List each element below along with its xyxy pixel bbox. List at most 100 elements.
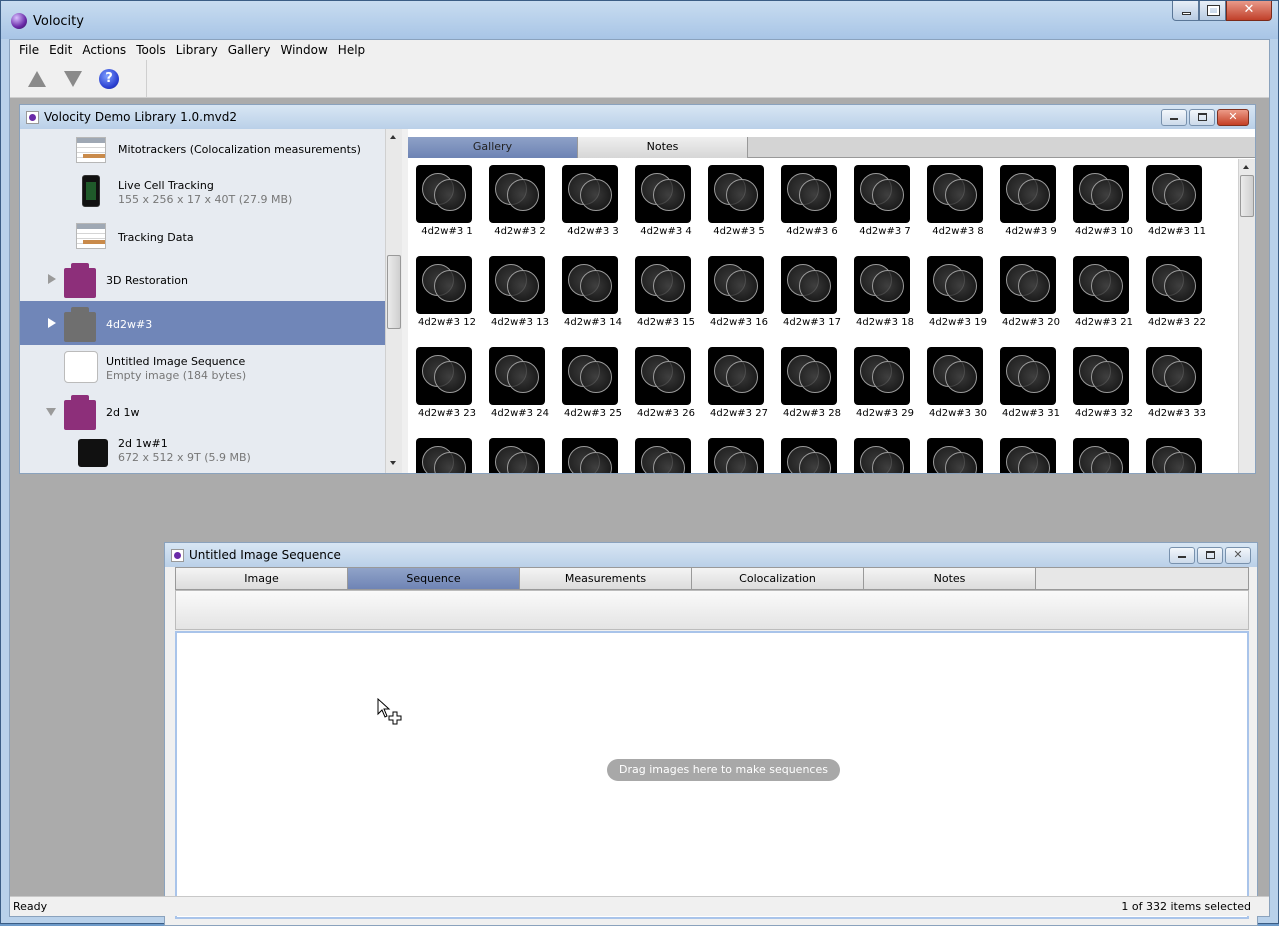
maximize-button[interactable]: [1199, 1, 1226, 21]
gallery-thumbnail[interactable]: 4d2w#3 24: [485, 347, 555, 427]
gallery-thumbnail[interactable]: [996, 438, 1066, 473]
collapse-arrow-icon[interactable]: [46, 408, 56, 416]
up-arrow-icon: [28, 71, 46, 87]
tab-measurements[interactable]: Measurements: [520, 568, 692, 589]
library-minimize-button[interactable]: [1161, 109, 1187, 126]
tree-item-2d-1w-1[interactable]: 2d 1w#1 672 x 512 x 9T (5.9 MB): [20, 433, 385, 473]
library-restore-button[interactable]: [1189, 109, 1215, 126]
gallery-thumbnail[interactable]: 4d2w#3 27: [704, 347, 774, 427]
menu-gallery[interactable]: Gallery: [223, 43, 276, 57]
help-button[interactable]: ?: [96, 66, 122, 92]
scroll-up-icon[interactable]: [1243, 165, 1249, 169]
gallery-scroll-thumb[interactable]: [1240, 175, 1254, 217]
tab-sequence[interactable]: Sequence: [348, 568, 520, 589]
tab-notes[interactable]: Notes: [578, 137, 748, 158]
library-tree[interactable]: Mitotrackers (Colocalization measurement…: [20, 129, 385, 473]
sequence-drop-zone[interactable]: Drag images here to make sequences: [175, 631, 1249, 919]
menu-tools[interactable]: Tools: [131, 43, 171, 57]
gallery-thumbnail[interactable]: 4d2w#3 22: [1142, 256, 1212, 336]
tree-item-2d-1w[interactable]: 2d 1w: [20, 389, 385, 433]
gallery-thumbnail[interactable]: 4d2w#3 26: [631, 347, 701, 427]
expand-arrow-icon[interactable]: [48, 274, 56, 284]
tree-item-untitled-sequence[interactable]: Untitled Image Sequence Empty image (184…: [20, 345, 385, 389]
tab-sequence-notes[interactable]: Notes: [864, 568, 1036, 589]
move-up-button[interactable]: [24, 66, 50, 92]
gallery-thumbnail[interactable]: [850, 438, 920, 473]
close-button[interactable]: ✕: [1226, 1, 1272, 21]
gallery-thumbnail[interactable]: 4d2w#3 8: [923, 165, 993, 245]
gallery-thumbnail[interactable]: 4d2w#3 15: [631, 256, 701, 336]
library-close-button[interactable]: ✕: [1217, 109, 1249, 126]
gallery-thumbnail[interactable]: [923, 438, 993, 473]
cell-image-thumbnail: [781, 347, 837, 405]
sequence-close-button[interactable]: ✕: [1225, 547, 1251, 564]
gallery-thumbnail[interactable]: 4d2w#3 14: [558, 256, 628, 336]
move-down-button[interactable]: [60, 66, 86, 92]
gallery-thumbnail[interactable]: [777, 438, 847, 473]
menu-file[interactable]: File: [14, 43, 44, 57]
tree-item-mitotrackers[interactable]: Mitotrackers (Colocalization measurement…: [20, 129, 385, 169]
gallery-thumbnail[interactable]: 4d2w#3 23: [412, 347, 482, 427]
gallery-thumbnail[interactable]: 4d2w#3 33: [1142, 347, 1212, 427]
title-bar[interactable]: Volocity ✕: [1, 1, 1278, 39]
tree-item-4d2w3[interactable]: 4d2w#3: [20, 301, 385, 345]
minimize-button[interactable]: [1172, 1, 1199, 21]
gallery-thumbnail[interactable]: [1069, 438, 1139, 473]
menu-window[interactable]: Window: [275, 43, 332, 57]
gallery-thumbnail[interactable]: 4d2w#3 12: [412, 256, 482, 336]
gallery-thumbnail[interactable]: [558, 438, 628, 473]
gallery-thumbnail[interactable]: 4d2w#3 16: [704, 256, 774, 336]
gallery-thumbnail[interactable]: 4d2w#3 25: [558, 347, 628, 427]
tab-colocalization[interactable]: Colocalization: [692, 568, 864, 589]
tab-image[interactable]: Image: [176, 568, 348, 589]
menu-library[interactable]: Library: [171, 43, 223, 57]
tree-scrollbar[interactable]: [385, 129, 402, 473]
gallery-thumbnail[interactable]: 4d2w#3 20: [996, 256, 1066, 336]
thumbnail-label: 4d2w#3 31: [1002, 408, 1060, 419]
gallery-thumbnail[interactable]: 4d2w#3 32: [1069, 347, 1139, 427]
gallery-thumbnail[interactable]: 4d2w#3 29: [850, 347, 920, 427]
gallery-thumbnail[interactable]: 4d2w#3 5: [704, 165, 774, 245]
gallery-thumbnail[interactable]: 4d2w#3 17: [777, 256, 847, 336]
gallery-thumbnail[interactable]: 4d2w#3 2: [485, 165, 555, 245]
gallery-scrollbar[interactable]: [1238, 159, 1255, 473]
gallery-thumbnail[interactable]: 4d2w#3 30: [923, 347, 993, 427]
gallery-thumbnail[interactable]: 4d2w#3 11: [1142, 165, 1212, 245]
tree-item-3d-restoration[interactable]: 3D Restoration: [20, 257, 385, 301]
gallery-thumbnail[interactable]: 4d2w#3 4: [631, 165, 701, 245]
gallery-thumbnail[interactable]: 4d2w#3 6: [777, 165, 847, 245]
gallery-thumbnail[interactable]: 4d2w#3 18: [850, 256, 920, 336]
sequence-title-bar[interactable]: Untitled Image Sequence ✕: [165, 543, 1257, 567]
gallery-thumbnail[interactable]: 4d2w#3 19: [923, 256, 993, 336]
gallery-thumbnail[interactable]: 4d2w#3 7: [850, 165, 920, 245]
gallery-thumbnail[interactable]: 4d2w#3 10: [1069, 165, 1139, 245]
gallery-thumbnail[interactable]: 4d2w#3 31: [996, 347, 1066, 427]
gallery-thumbnail[interactable]: 4d2w#3 21: [1069, 256, 1139, 336]
expand-arrow-icon[interactable]: [48, 318, 56, 328]
gallery-thumbnail[interactable]: 4d2w#3 28: [777, 347, 847, 427]
gallery-thumbnail[interactable]: 4d2w#3 1: [412, 165, 482, 245]
menu-edit[interactable]: Edit: [44, 43, 77, 57]
cell-image-thumbnail: [927, 165, 983, 223]
gallery-thumbnail[interactable]: [704, 438, 774, 473]
gallery-thumbnail[interactable]: 4d2w#3 13: [485, 256, 555, 336]
sequence-minimize-button[interactable]: [1169, 547, 1195, 564]
sequence-window: Untitled Image Sequence ✕ Image Sequence…: [164, 542, 1258, 926]
tab-gallery[interactable]: Gallery: [408, 137, 578, 158]
gallery-thumbnail[interactable]: 4d2w#3 3: [558, 165, 628, 245]
sequence-restore-button[interactable]: [1197, 547, 1223, 564]
gallery-thumbnail[interactable]: [631, 438, 701, 473]
scroll-up-icon[interactable]: [390, 135, 396, 139]
gallery-thumbnail[interactable]: [412, 438, 482, 473]
gallery-thumbnail[interactable]: 4d2w#3 9: [996, 165, 1066, 245]
gallery-thumbnail[interactable]: [1142, 438, 1212, 473]
tree-scroll-thumb[interactable]: [387, 255, 401, 329]
gallery-thumbnail[interactable]: [485, 438, 555, 473]
tree-item-live-cell-tracking[interactable]: Live Cell Tracking 155 x 256 x 17 x 40T …: [20, 169, 385, 215]
tree-item-tracking-data[interactable]: Tracking Data: [20, 215, 385, 257]
minimize-icon: [1178, 556, 1186, 558]
scroll-down-icon[interactable]: [390, 461, 396, 465]
library-title-bar[interactable]: Volocity Demo Library 1.0.mvd2 ✕: [20, 105, 1255, 129]
menu-actions[interactable]: Actions: [77, 43, 131, 57]
menu-help[interactable]: Help: [333, 43, 370, 57]
